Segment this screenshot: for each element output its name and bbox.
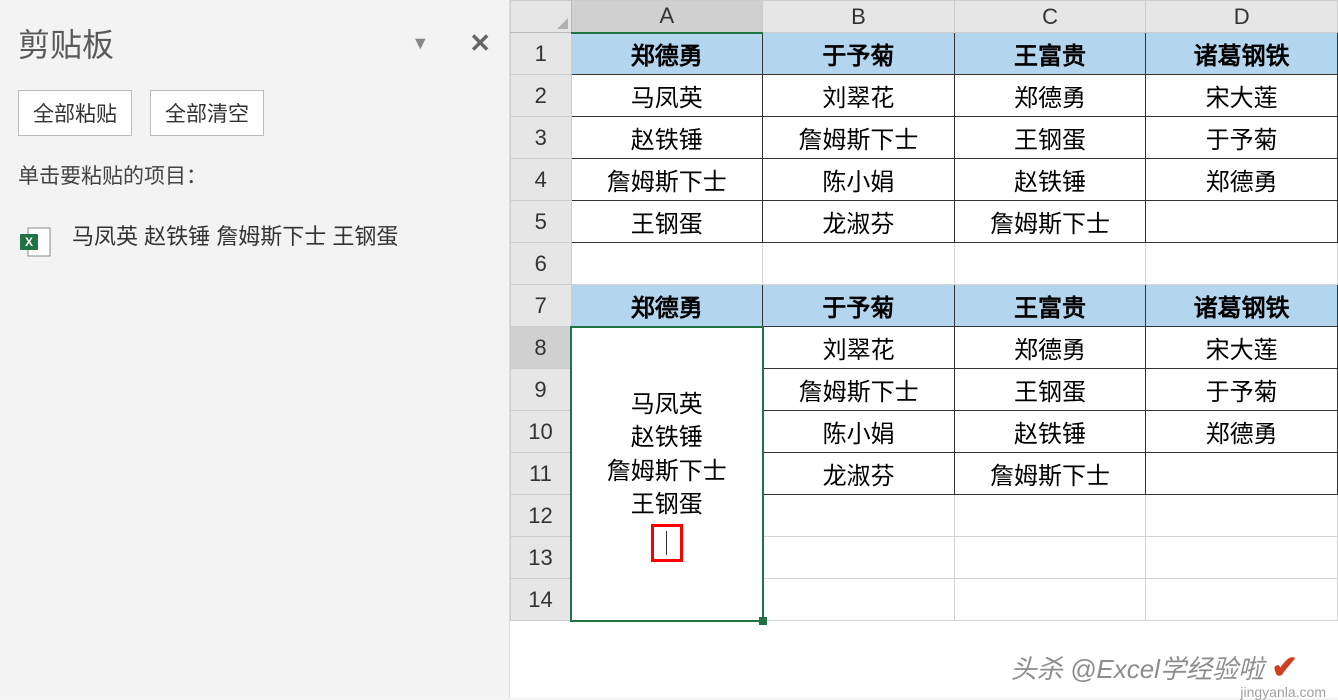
cell-b7[interactable]: 于予菊 (763, 285, 955, 327)
paste-all-button[interactable]: 全部粘贴 (18, 90, 132, 136)
cell-c9[interactable]: 王钢蛋 (954, 369, 1146, 411)
cell-d3[interactable]: 于予菊 (1146, 117, 1338, 159)
cell-b10[interactable]: 陈小娟 (763, 411, 955, 453)
clipboard-panel: 剪贴板 ▼ ✕ 全部粘贴 全部清空 单击要粘贴的项目： X 马凤英 赵铁锤 詹姆… (0, 0, 510, 698)
cell-c12[interactable] (954, 495, 1146, 537)
row-header-7[interactable]: 7 (511, 285, 572, 327)
clear-all-button[interactable]: 全部清空 (150, 90, 264, 136)
clipboard-item-text: 马凤英 赵铁锤 詹姆斯下士 王钢蛋 (72, 220, 491, 254)
row-header-13[interactable]: 13 (511, 537, 572, 579)
col-header-c[interactable]: C (954, 1, 1146, 33)
clipboard-item[interactable]: X 马凤英 赵铁锤 詹姆斯下士 王钢蛋 (18, 216, 491, 264)
row-header-8[interactable]: 8 (511, 327, 572, 369)
col-header-d[interactable]: D (1146, 1, 1338, 33)
close-icon[interactable]: ✕ (469, 28, 491, 59)
cell-a1[interactable]: 郑德勇 (571, 33, 763, 75)
cell-b4[interactable]: 陈小娟 (763, 159, 955, 201)
editing-line-3: 詹姆斯下士 (576, 455, 758, 489)
cell-d1[interactable]: 诸葛钢铁 (1146, 33, 1338, 75)
cell-c13[interactable] (954, 537, 1146, 579)
cell-a3[interactable]: 赵铁锤 (571, 117, 763, 159)
row-header-2[interactable]: 2 (511, 75, 572, 117)
cell-c3[interactable]: 王钢蛋 (954, 117, 1146, 159)
cell-d12[interactable] (1146, 495, 1338, 537)
dropdown-icon[interactable]: ▼ (411, 33, 429, 54)
cell-b12[interactable] (763, 495, 955, 537)
cell-b5[interactable]: 龙淑芬 (763, 201, 955, 243)
cell-c7[interactable]: 王富贵 (954, 285, 1146, 327)
cell-d7[interactable]: 诸葛钢铁 (1146, 285, 1338, 327)
cell-b1[interactable]: 于予菊 (763, 33, 955, 75)
excel-icon: X (18, 224, 54, 260)
cell-c4[interactable]: 赵铁锤 (954, 159, 1146, 201)
cell-a8-editing[interactable]: 马凤英 赵铁锤 詹姆斯下士 王钢蛋 (571, 327, 763, 621)
panel-buttons: 全部粘贴 全部清空 (18, 90, 491, 136)
cell-d8[interactable]: 宋大莲 (1146, 327, 1338, 369)
cell-d2[interactable]: 宋大莲 (1146, 75, 1338, 117)
cell-c11[interactable]: 詹姆斯下士 (954, 453, 1146, 495)
row-header-11[interactable]: 11 (511, 453, 572, 495)
spreadsheet[interactable]: A B C D 1 郑德勇 于予菊 王富贵 诸葛钢铁 2 马凤英 刘翠花 郑德勇… (510, 0, 1338, 698)
cell-b13[interactable] (763, 537, 955, 579)
cell-a2[interactable]: 马凤英 (571, 75, 763, 117)
row-header-1[interactable]: 1 (511, 33, 572, 75)
row-header-12[interactable]: 12 (511, 495, 572, 537)
row-header-3[interactable]: 3 (511, 117, 572, 159)
cell-b3[interactable]: 詹姆斯下士 (763, 117, 955, 159)
row-header-10[interactable]: 10 (511, 411, 572, 453)
panel-header: 剪贴板 ▼ ✕ (18, 20, 491, 66)
cell-b6[interactable] (763, 243, 955, 285)
cell-d10[interactable]: 郑德勇 (1146, 411, 1338, 453)
svg-text:X: X (25, 235, 33, 249)
col-header-a[interactable]: A (571, 1, 763, 33)
cell-c1[interactable]: 王富贵 (954, 33, 1146, 75)
cell-d11[interactable] (1146, 453, 1338, 495)
cell-a7[interactable]: 郑德勇 (571, 285, 763, 327)
cell-d4[interactable]: 郑德勇 (1146, 159, 1338, 201)
cell-a4[interactable]: 詹姆斯下士 (571, 159, 763, 201)
cell-a5[interactable]: 王钢蛋 (571, 201, 763, 243)
cell-b2[interactable]: 刘翠花 (763, 75, 955, 117)
cell-b11[interactable]: 龙淑芬 (763, 453, 955, 495)
panel-hint: 单击要粘贴的项目： (18, 160, 491, 190)
cell-c14[interactable] (954, 579, 1146, 621)
cursor-highlight (651, 524, 683, 562)
cell-d9[interactable]: 于予菊 (1146, 369, 1338, 411)
row-header-9[interactable]: 9 (511, 369, 572, 411)
editing-line-4: 王钢蛋 (576, 488, 758, 522)
cell-c5[interactable]: 詹姆斯下士 (954, 201, 1146, 243)
cell-b9[interactable]: 詹姆斯下士 (763, 369, 955, 411)
row-header-5[interactable]: 5 (511, 201, 572, 243)
row-header-4[interactable]: 4 (511, 159, 572, 201)
cell-d13[interactable] (1146, 537, 1338, 579)
cell-c2[interactable]: 郑德勇 (954, 75, 1146, 117)
panel-title: 剪贴板 (18, 20, 411, 66)
watermark: 头杀 @Excel学经验啦 ✔ (1011, 648, 1298, 686)
cell-a6[interactable] (571, 243, 763, 285)
text-cursor-icon (666, 531, 667, 555)
cell-c10[interactable]: 赵铁锤 (954, 411, 1146, 453)
cell-d14[interactable] (1146, 579, 1338, 621)
grid[interactable]: A B C D 1 郑德勇 于予菊 王富贵 诸葛钢铁 2 马凤英 刘翠花 郑德勇… (510, 0, 1338, 622)
checkmark-icon: ✔ (1271, 649, 1298, 685)
cell-b8[interactable]: 刘翠花 (763, 327, 955, 369)
select-all-corner[interactable] (511, 1, 572, 33)
col-header-b[interactable]: B (763, 1, 955, 33)
row-header-6[interactable]: 6 (511, 243, 572, 285)
cell-c8[interactable]: 郑德勇 (954, 327, 1146, 369)
editing-line-2: 赵铁锤 (576, 421, 758, 455)
cell-d5[interactable] (1146, 201, 1338, 243)
row-header-14[interactable]: 14 (511, 579, 572, 621)
cell-b14[interactable] (763, 579, 955, 621)
editing-line-1: 马凤英 (576, 388, 758, 422)
cell-d6[interactable] (1146, 243, 1338, 285)
cell-c6[interactable] (954, 243, 1146, 285)
